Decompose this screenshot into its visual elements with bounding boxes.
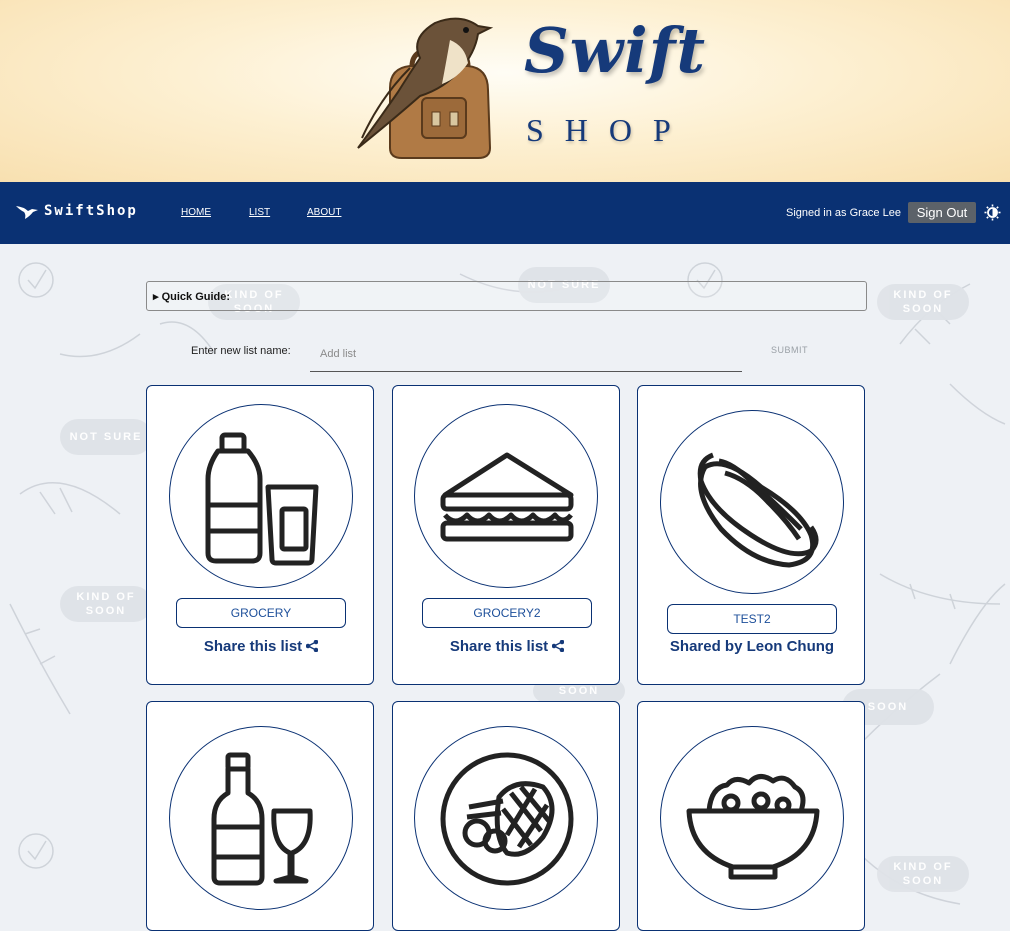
list-card[interactable]	[146, 701, 374, 931]
bottle-and-glass-icon	[205, 432, 319, 566]
list-card[interactable]: GROCERY Share this list	[146, 385, 374, 685]
navbar: SwiftShop HOME LIST ABOUT Signed in as G…	[0, 182, 1010, 244]
quick-guide-summary[interactable]: ▸ Quick Guide:	[153, 290, 230, 303]
share-icon	[305, 639, 319, 653]
shared-by-label: Shared by Leon Chung	[669, 638, 835, 655]
quick-guide-label: Quick Guide:	[161, 291, 231, 303]
signed-in-status: Signed in as Grace Lee	[786, 207, 901, 219]
list-image-frame	[660, 726, 844, 910]
swift-bird-logo	[357, 17, 494, 159]
list-name-button[interactable]: GROCERY2	[422, 598, 592, 628]
nav-home-link[interactable]: HOME	[181, 207, 211, 218]
share-icon	[551, 639, 565, 653]
salad-bowl-icon	[686, 774, 820, 880]
list-card[interactable]: GROCERY2 Share this list	[392, 385, 620, 685]
hero-banner: Swift SHOP	[0, 0, 1010, 182]
list-card[interactable]	[637, 701, 865, 931]
decor-pill: KIND OF SOON	[877, 284, 969, 320]
theme-toggle-icon[interactable]	[984, 204, 1001, 221]
list-name-button[interactable]: TEST2	[667, 604, 837, 634]
list-image-frame	[169, 404, 353, 588]
decor-pill: NOT SURE	[60, 419, 152, 455]
hero-subtitle: SHOP	[526, 112, 692, 148]
list-name-button[interactable]: GROCERY	[176, 598, 346, 628]
share-label: Share this list	[203, 638, 303, 655]
share-list-link[interactable]: Share this list	[393, 638, 621, 655]
quick-guide-details[interactable]: ▸ Quick Guide:	[146, 281, 867, 311]
list-card[interactable]	[392, 701, 620, 931]
share-label: Share this list	[449, 638, 549, 655]
decor-pill: KIND OF SOON	[60, 586, 152, 622]
hotdog-icon	[697, 452, 819, 568]
submit-button[interactable]: SUBMIT	[771, 345, 808, 355]
new-list-input[interactable]	[310, 337, 742, 372]
wine-icon	[211, 752, 313, 886]
brand-name: SwiftShop	[44, 203, 138, 219]
nav-list-link[interactable]: LIST	[249, 207, 270, 218]
list-image-frame	[414, 404, 598, 588]
list-image-frame	[169, 726, 353, 910]
decor-pill: KIND OF SOON	[877, 856, 969, 892]
list-card[interactable]: TEST2 Shared by Leon Chung	[637, 385, 865, 685]
meal-plate-icon	[440, 752, 574, 886]
share-list-link[interactable]: Share this list	[147, 638, 375, 655]
swift-bird-icon	[16, 206, 38, 219]
sign-out-button[interactable]: Sign Out	[908, 202, 976, 223]
hero-title: Swift	[524, 14, 707, 87]
brand-link[interactable]: SwiftShop	[16, 203, 138, 219]
list-image-frame	[660, 410, 844, 594]
new-list-label: Enter new list name:	[191, 345, 291, 357]
nav-about-link[interactable]: ABOUT	[307, 207, 341, 218]
triangle-right-icon: ▸	[153, 291, 162, 303]
sandwich-icon	[440, 452, 574, 542]
list-image-frame	[414, 726, 598, 910]
